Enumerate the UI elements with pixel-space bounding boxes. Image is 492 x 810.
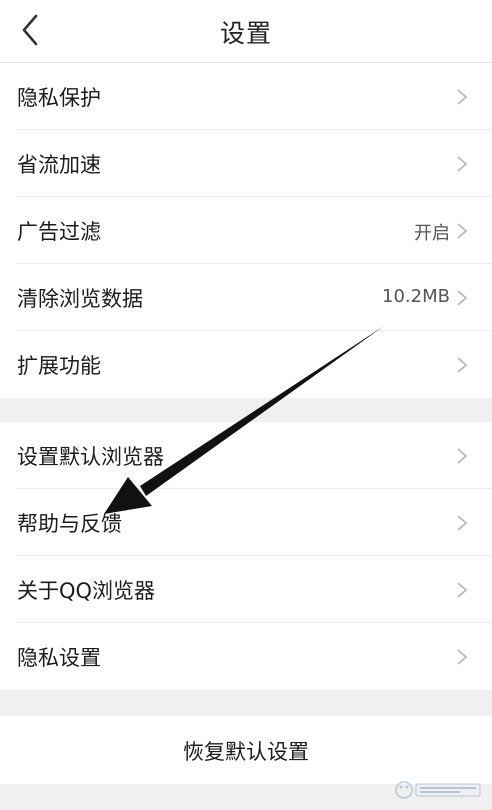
- chevron-right-icon: [456, 356, 468, 374]
- row-label: 关于QQ浏览器: [17, 579, 156, 603]
- settings-row-privacy-settings[interactable]: 隐私设置: [0, 623, 492, 690]
- reset-defaults-label: 恢复默认设置: [183, 740, 309, 764]
- reset-defaults-button[interactable]: 恢复默认设置: [0, 716, 492, 784]
- chevron-right-icon: [456, 447, 468, 465]
- chevron-right-icon: [456, 222, 468, 240]
- watermark-logo-icon: [394, 776, 484, 804]
- settings-group-general: 隐私保护 省流加速 广告过滤 开启 清除浏览数据 10.2MB 扩展功能: [0, 63, 492, 398]
- settings-row-data-saving[interactable]: 省流加速: [0, 130, 492, 197]
- settings-row-clear-browsing-data[interactable]: 清除浏览数据 10.2MB: [0, 264, 492, 331]
- settings-row-extensions[interactable]: 扩展功能: [0, 331, 492, 398]
- settings-group-about: 设置默认浏览器 帮助与反馈 关于QQ浏览器 隐私设置: [0, 422, 492, 690]
- row-label: 隐私保护: [17, 86, 101, 110]
- chevron-right-icon: [456, 514, 468, 532]
- section-divider: [0, 690, 492, 716]
- row-value: 开启: [414, 223, 450, 244]
- settings-row-default-browser[interactable]: 设置默认浏览器: [0, 422, 492, 489]
- settings-row-ad-filter[interactable]: 广告过滤 开启: [0, 197, 492, 264]
- row-label: 清除浏览数据: [17, 287, 143, 311]
- chevron-right-icon: [456, 581, 468, 599]
- header-bar: 设置: [0, 0, 492, 63]
- settings-page: 设置 隐私保护 省流加速 广告过滤 开启 清除浏览数据 10.2MB 扩展功能: [0, 0, 492, 810]
- row-label: 设置默认浏览器: [17, 445, 164, 469]
- settings-row-privacy-protection[interactable]: 隐私保护: [0, 63, 492, 130]
- page-title: 设置: [219, 19, 272, 48]
- row-label: 广告过滤: [17, 220, 101, 244]
- chevron-right-icon: [456, 648, 468, 666]
- settings-row-help-feedback[interactable]: 帮助与反馈: [0, 489, 492, 556]
- row-label: 隐私设置: [17, 646, 101, 670]
- row-label: 帮助与反馈: [17, 512, 122, 536]
- chevron-right-icon: [456, 155, 468, 173]
- settings-row-about-browser[interactable]: 关于QQ浏览器: [0, 556, 492, 623]
- chevron-right-icon: [456, 289, 468, 307]
- section-divider: [0, 398, 492, 422]
- chevron-right-icon: [456, 88, 468, 106]
- row-label: 省流加速: [17, 153, 101, 177]
- row-value: 10.2MB: [382, 286, 450, 307]
- row-label: 扩展功能: [17, 354, 101, 378]
